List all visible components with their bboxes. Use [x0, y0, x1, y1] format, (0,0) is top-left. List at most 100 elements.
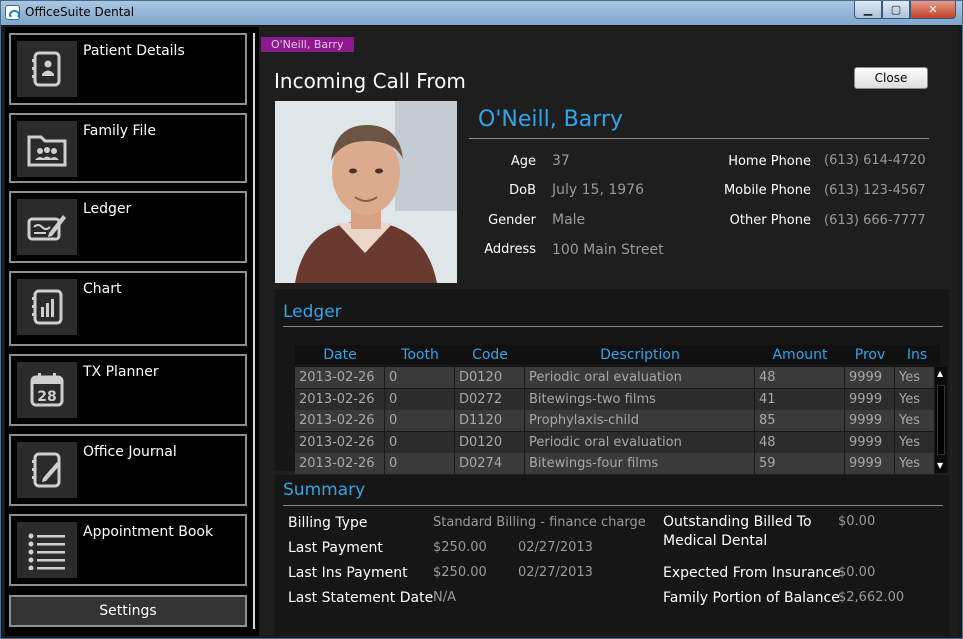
column-header-tooth[interactable]: Tooth [385, 347, 455, 363]
minimize-button[interactable]: ▁ [854, 1, 882, 19]
ledger-icon [17, 199, 77, 255]
other-phone-label: Other Phone [729, 213, 811, 228]
calendar-icon: 28 [17, 362, 77, 418]
cell-amount: 48 [755, 367, 845, 388]
family-portion-label: Family Portion of Balance [663, 590, 840, 606]
address-label: Address [484, 242, 536, 257]
scroll-up-icon[interactable]: ▲ [937, 369, 943, 378]
sidebar-item-label: Family File [83, 123, 156, 139]
cell-prov: 9999 [845, 388, 895, 410]
table-row[interactable]: 2013-02-26 0 D0120 Periodic oral evaluation… [295, 367, 935, 388]
age-label: Age [510, 154, 536, 169]
expected-insurance-label: Expected From Insurance [663, 565, 841, 581]
billing-type-value: Standard Billing - finance charge [433, 515, 646, 530]
age-value: 37 [552, 153, 570, 169]
minimize-icon: ▁ [863, 3, 873, 16]
mobile-phone-label: Mobile Phone [723, 183, 811, 198]
name-divider [469, 138, 929, 139]
cell-description: Prophylaxis-child [525, 410, 755, 431]
last-payment-label: Last Payment [288, 540, 383, 556]
last-statement-value: N/A [433, 590, 456, 605]
cell-date: 2013-02-26 [295, 410, 385, 431]
cell-ins: Yes [895, 388, 935, 410]
cell-description: Periodic oral evaluation [525, 431, 755, 453]
ledger-table-header: Date Tooth Code Description Amount Prov … [295, 345, 940, 365]
sidebar-item-tx-planner[interactable]: 28 TX Planner [9, 354, 247, 426]
patient-photo [275, 101, 457, 283]
ledger-title: Ledger [283, 302, 342, 322]
table-row[interactable]: 2013-02-26 0 D0272 Bitewings-two films 41 999… [295, 388, 935, 410]
scrollbar-thumb[interactable] [937, 385, 945, 455]
scroll-down-icon[interactable]: ▼ [937, 461, 943, 470]
sidebar-item-appointment-book[interactable]: Appointment Book [9, 514, 247, 586]
sidebar-item-label: Office Journal [83, 444, 177, 460]
ledger-scrollbar[interactable]: ▲ ▼ [935, 367, 947, 473]
cell-prov: 9999 [845, 453, 895, 474]
column-header-prov[interactable]: Prov [845, 347, 895, 363]
sidebar-item-ledger[interactable]: Ledger [9, 191, 247, 263]
mobile-phone-value: (613) 123-4567 [824, 183, 926, 198]
window-close-button[interactable]: ✕ [910, 1, 956, 19]
list-icon [17, 522, 77, 578]
cell-code: D0120 [455, 367, 525, 388]
cell-amount: 59 [755, 453, 845, 474]
family-portion-value: $2,662.00 [838, 590, 905, 605]
sidebar-item-label: Chart [83, 281, 122, 297]
cell-date: 2013-02-26 [295, 367, 385, 388]
app-logo-icon [5, 5, 20, 20]
outstanding-label: Outstanding Billed To [663, 514, 812, 530]
sidebar-item-office-journal[interactable]: Office Journal [9, 434, 247, 506]
cell-ins: Yes [895, 367, 935, 388]
calendar-day: 28 [37, 389, 56, 405]
dob-label: DoB [509, 183, 536, 198]
sidebar-item-patient-details[interactable]: Patient Details [9, 33, 247, 105]
column-header-amount[interactable]: Amount [755, 347, 845, 363]
cell-date: 2013-02-26 [295, 431, 385, 453]
close-button[interactable]: Close [854, 67, 928, 89]
cell-tooth: 0 [385, 431, 455, 453]
cell-tooth: 0 [385, 388, 455, 410]
cell-tooth: 0 [385, 453, 455, 474]
cell-amount: 85 [755, 410, 845, 431]
column-header-date[interactable]: Date [295, 347, 385, 363]
last-ins-payment-date: 02/27/2013 [518, 565, 593, 580]
gender-label: Gender [488, 213, 536, 228]
last-statement-label: Last Statement Date [288, 590, 434, 606]
cell-prov: 9999 [845, 367, 895, 388]
column-header-ins[interactable]: Ins [895, 347, 939, 363]
summary-title: Summary [283, 480, 366, 500]
cell-date: 2013-02-26 [295, 388, 385, 410]
gender-value: Male [552, 212, 586, 228]
maximize-button[interactable]: ▢ [882, 1, 910, 19]
last-ins-payment-amount: $250.00 [433, 565, 487, 580]
cell-description: Bitewings-two films [525, 388, 755, 410]
table-row[interactable]: 2013-02-26 0 D1120 Prophylaxis-child 85 9999 Y… [295, 410, 935, 431]
incoming-call-heading: Incoming Call From [274, 69, 466, 93]
table-row[interactable]: 2013-02-26 0 D0120 Periodic oral evaluation… [295, 431, 935, 453]
cell-description: Bitewings-four films [525, 453, 755, 474]
patient-tab-badge[interactable]: O'Neill, Barry [261, 37, 354, 52]
sidebar-item-label: TX Planner [83, 364, 159, 380]
outstanding-label-line2: Medical Dental [663, 533, 768, 549]
sidebar-item-chart[interactable]: Chart [9, 271, 247, 346]
content-frame: Patient Details Family File Ledger Chart [5, 27, 958, 636]
app-window: OfficeSuite Dental ▁ ▢ ✕ Patient Details… [0, 0, 963, 639]
summary-section: Summary Billing Type Standard Billing - … [275, 475, 949, 635]
cell-tooth: 0 [385, 410, 455, 431]
column-header-code[interactable]: Code [455, 347, 525, 363]
sidebar-divider [253, 33, 255, 629]
summary-divider [283, 505, 943, 506]
table-row[interactable]: 2013-02-26 0 D0274 Bitewings-four films 59 99… [295, 453, 935, 474]
sidebar-item-label: Ledger [83, 201, 132, 217]
cell-code: D0120 [455, 431, 525, 453]
window-title: OfficeSuite Dental [25, 5, 135, 19]
cell-code: D0274 [455, 453, 525, 474]
sidebar-item-family-file[interactable]: Family File [9, 113, 247, 183]
ledger-section: Ledger Date Tooth Code Description Amoun… [275, 289, 949, 474]
settings-button[interactable]: Settings [9, 595, 247, 627]
title-bar[interactable]: OfficeSuite Dental ▁ ▢ ✕ [1, 1, 962, 25]
last-payment-date: 02/27/2013 [518, 540, 593, 555]
home-phone-label: Home Phone [728, 154, 811, 169]
expected-insurance-value: $0.00 [838, 565, 876, 580]
column-header-description[interactable]: Description [525, 347, 755, 363]
